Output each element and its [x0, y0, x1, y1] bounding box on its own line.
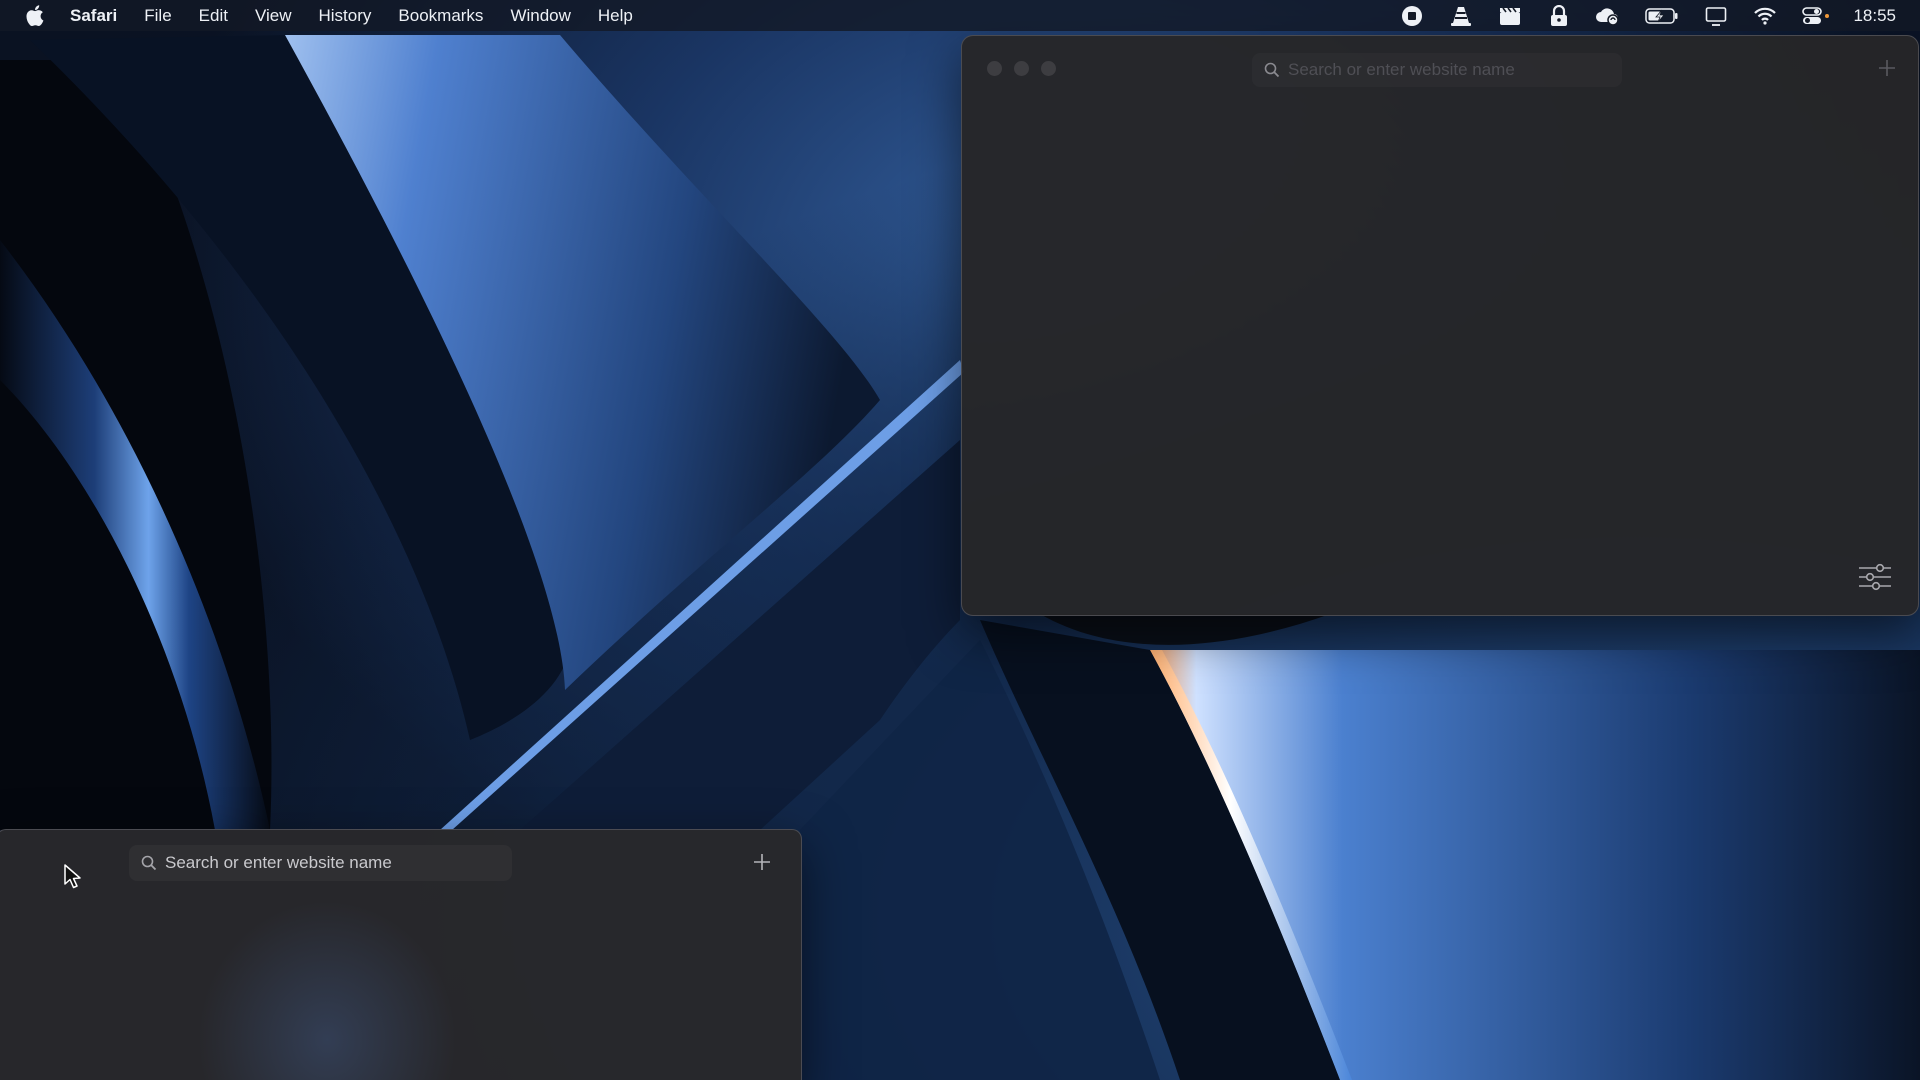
- new-tab-button[interactable]: [1875, 56, 1899, 80]
- minimize-button[interactable]: [1014, 61, 1029, 76]
- new-tab-button-bottom[interactable]: [750, 850, 774, 874]
- customize-start-page-button[interactable]: [1857, 561, 1893, 593]
- address-search-field[interactable]: [1252, 53, 1622, 87]
- menu-window[interactable]: Window: [510, 0, 570, 31]
- search-icon: [1262, 60, 1282, 80]
- weather-cloud-icon[interactable]: [1595, 5, 1621, 27]
- traffic-lights: [987, 61, 1068, 76]
- screen-record-stop-icon[interactable]: [1399, 5, 1425, 27]
- mouse-pointer-icon: [63, 864, 83, 890]
- menu-bookmarks[interactable]: Bookmarks: [398, 0, 483, 31]
- menubar-clock[interactable]: 18:55: [1853, 6, 1896, 26]
- control-center-icon[interactable]: [1801, 5, 1833, 27]
- plus-icon: [754, 854, 770, 870]
- address-search-input-bottom[interactable]: [165, 853, 495, 873]
- display-mirroring-icon[interactable]: [1703, 5, 1729, 27]
- safari-window-top: [961, 35, 1919, 616]
- window-translucency-glow: [197, 900, 457, 1080]
- wifi-icon[interactable]: [1752, 5, 1778, 27]
- address-search-field-bottom[interactable]: [129, 845, 512, 881]
- menu-history[interactable]: History: [319, 0, 372, 31]
- vlc-cone-icon[interactable]: [1448, 5, 1474, 27]
- menu-help[interactable]: Help: [598, 0, 633, 31]
- plus-icon: [1879, 60, 1895, 76]
- menu-app-safari[interactable]: Safari: [70, 0, 117, 31]
- safari-window-bottom: [0, 829, 802, 1080]
- sliders-icon: [1859, 563, 1891, 591]
- menu-edit[interactable]: Edit: [199, 0, 228, 31]
- battery-charging-icon[interactable]: [1644, 5, 1680, 27]
- menu-file[interactable]: File: [144, 0, 171, 31]
- clapperboard-icon[interactable]: [1497, 5, 1523, 27]
- menu-view[interactable]: View: [255, 0, 292, 31]
- search-icon: [139, 853, 159, 873]
- password-lock-icon[interactable]: [1546, 4, 1572, 27]
- apple-logo-icon[interactable]: [24, 5, 46, 27]
- menu-bar: Safari File Edit View History Bookmarks …: [0, 0, 1920, 31]
- close-button[interactable]: [987, 61, 1002, 76]
- zoom-button[interactable]: [1041, 61, 1056, 76]
- address-search-input[interactable]: [1288, 60, 1618, 80]
